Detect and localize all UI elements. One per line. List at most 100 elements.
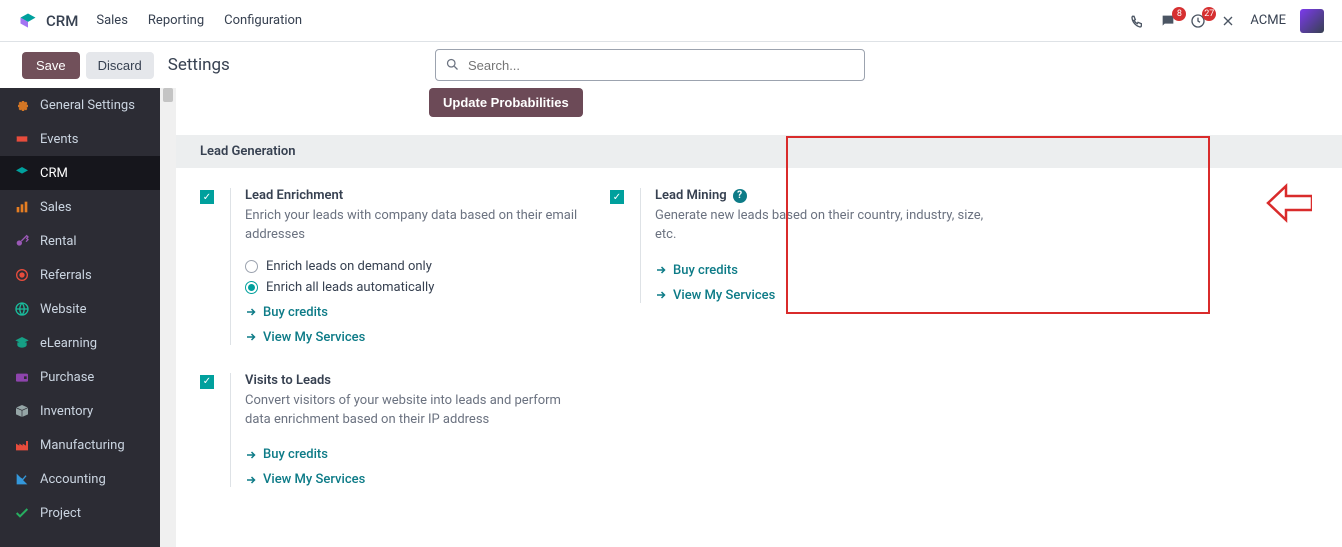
checkbox-lead-mining[interactable]: ✓ xyxy=(610,190,624,204)
sidebar-item-label: Rental xyxy=(40,234,77,249)
lead-mining-title: Lead Mining xyxy=(655,188,727,203)
radio-on-demand[interactable]: Enrich leads on demand only xyxy=(245,259,586,274)
link-buy-credits[interactable]: Buy credits xyxy=(655,263,996,278)
link-text: Buy credits xyxy=(263,305,328,320)
body: General Settings Events CRM Sales Rental Refe… xyxy=(0,88,1342,547)
wallet-icon xyxy=(14,369,30,385)
checkbox-visits-to-leads[interactable]: ✓ xyxy=(200,375,214,389)
link-buy-credits[interactable]: Buy credits xyxy=(245,305,586,320)
top-menu: Sales Reporting Configuration xyxy=(96,13,302,28)
sidebar-item-crm[interactable]: CRM xyxy=(0,156,160,190)
sidebar-item-label: Inventory xyxy=(40,404,93,419)
arrow-right-icon xyxy=(245,331,257,343)
sidebar-item-label: Sales xyxy=(40,200,72,215)
search-wrap xyxy=(435,49,865,81)
box-icon xyxy=(14,403,30,419)
visits-desc: Convert visitors of your website into le… xyxy=(245,392,586,430)
arrow-right-icon xyxy=(245,449,257,461)
sidebar-item-elearning[interactable]: eLearning xyxy=(0,326,160,360)
link-text: View My Services xyxy=(263,330,365,345)
sidebar-item-website[interactable]: Website xyxy=(0,292,160,326)
link-text: Buy credits xyxy=(673,263,738,278)
activities-badge: 27 xyxy=(1202,7,1216,21)
link-text: View My Services xyxy=(263,472,365,487)
menu-reporting[interactable]: Reporting xyxy=(148,13,204,28)
arrow-right-icon xyxy=(245,306,257,318)
save-button[interactable]: Save xyxy=(22,52,80,79)
help-icon[interactable]: ? xyxy=(733,189,747,203)
sidebar-item-project[interactable]: Project xyxy=(0,496,160,530)
chart-icon xyxy=(14,471,30,487)
sidebar-item-label: Events xyxy=(40,132,78,147)
arrow-right-icon xyxy=(655,264,667,276)
app-logo-icon xyxy=(18,11,38,31)
sidebar-item-events[interactable]: Events xyxy=(0,122,160,156)
sidebar-item-rental[interactable]: Rental xyxy=(0,224,160,258)
sidebar-item-label: Accounting xyxy=(40,472,106,487)
tools-icon[interactable] xyxy=(1220,13,1236,29)
radio-icon xyxy=(245,281,258,294)
company-name[interactable]: ACME xyxy=(1250,13,1286,28)
crm-icon xyxy=(14,165,30,181)
update-probabilities-button[interactable]: Update Probabilities xyxy=(429,88,583,117)
graduation-icon xyxy=(14,335,30,351)
sidebar-item-sales[interactable]: Sales xyxy=(0,190,160,224)
lead-enrichment-desc: Enrich your leads with company data base… xyxy=(245,207,586,245)
sidebar-item-label: Referrals xyxy=(40,268,92,283)
radio-auto[interactable]: Enrich all leads automatically xyxy=(245,280,586,295)
link-text: View My Services xyxy=(673,288,775,303)
sidebar-item-label: Website xyxy=(40,302,87,317)
setting-visits-to-leads: ✓ Visits to Leads Convert visitors of yo… xyxy=(176,373,586,516)
top-header: CRM Sales Reporting Configuration 8 27 A… xyxy=(0,0,1342,42)
menu-sales[interactable]: Sales xyxy=(96,13,128,28)
arrow-right-icon xyxy=(245,474,257,486)
globe-icon xyxy=(14,301,30,317)
sidebar-item-label: Manufacturing xyxy=(40,438,125,453)
sidebar-item-purchase[interactable]: Purchase xyxy=(0,360,160,394)
arrow-right-icon xyxy=(655,289,667,301)
setting-lead-enrichment: ✓ Lead Enrichment Enrich your leads with… xyxy=(176,188,586,373)
key-icon xyxy=(14,233,30,249)
settings-row-2: ✓ Visits to Leads Convert visitors of yo… xyxy=(176,373,1342,516)
sidebar-item-inventory[interactable]: Inventory xyxy=(0,394,160,428)
link-text: Buy credits xyxy=(263,447,328,462)
sidebar-item-referrals[interactable]: Referrals xyxy=(0,258,160,292)
link-view-services[interactable]: View My Services xyxy=(655,288,996,303)
section-header-lead-generation: Lead Generation xyxy=(176,135,1342,168)
lead-enrichment-title: Lead Enrichment xyxy=(245,188,586,203)
link-buy-credits[interactable]: Buy credits xyxy=(245,447,586,462)
app-name[interactable]: CRM xyxy=(46,12,78,30)
messages-badge: 8 xyxy=(1172,7,1186,21)
gear-icon xyxy=(14,97,30,113)
sidebar-item-label: Purchase xyxy=(40,370,94,385)
sidebar-item-general-settings[interactable]: General Settings xyxy=(0,88,160,122)
setting-lead-mining: ✓ Lead Mining ? Generate new leads based… xyxy=(586,188,996,331)
sidebar-item-label: General Settings xyxy=(40,98,135,113)
checkbox-lead-enrichment[interactable]: ✓ xyxy=(200,190,214,204)
sidebar-item-label: eLearning xyxy=(40,336,97,351)
sidebar-item-manufacturing[interactable]: Manufacturing xyxy=(0,428,160,462)
top-right: 8 27 ACME xyxy=(1130,9,1324,33)
sidebar-item-accounting[interactable]: Accounting xyxy=(0,462,160,496)
check-icon xyxy=(14,505,30,521)
sidebar-item-label: Project xyxy=(40,506,81,521)
link-view-services[interactable]: View My Services xyxy=(245,330,586,345)
settings-row-1: ✓ Lead Enrichment Enrich your leads with… xyxy=(176,168,1342,373)
visits-title: Visits to Leads xyxy=(245,373,586,388)
radio-label: Enrich all leads automatically xyxy=(266,280,434,295)
activities-icon[interactable]: 27 xyxy=(1190,13,1206,29)
search-input[interactable] xyxy=(435,49,865,81)
avatar[interactable] xyxy=(1300,9,1324,33)
phone-icon[interactable] xyxy=(1130,13,1146,29)
discard-button[interactable]: Discard xyxy=(86,52,154,79)
page-title: Settings xyxy=(168,55,230,75)
main-content: Update Probabilities Lead Generation ✓ L… xyxy=(176,88,1342,547)
messages-icon[interactable]: 8 xyxy=(1160,13,1176,29)
link-view-services[interactable]: View My Services xyxy=(245,472,586,487)
radio-label: Enrich leads on demand only xyxy=(266,259,432,274)
sidebar-scrollbar[interactable] xyxy=(160,88,176,547)
radio-icon xyxy=(245,260,258,273)
factory-icon xyxy=(14,437,30,453)
menu-configuration[interactable]: Configuration xyxy=(224,13,302,28)
annotation-arrow-left-icon xyxy=(1266,183,1312,223)
